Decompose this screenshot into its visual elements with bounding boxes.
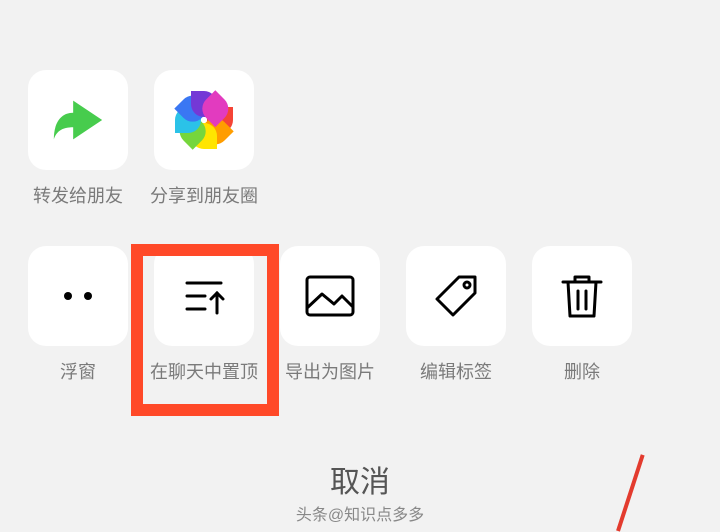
forward-icon xyxy=(49,91,107,149)
delete-tile xyxy=(532,246,632,346)
action-label: 浮窗 xyxy=(60,358,96,384)
float-window-tile xyxy=(28,246,128,346)
action-float-window[interactable]: 浮窗 xyxy=(28,246,128,384)
cancel-area: 取消 xyxy=(0,457,720,501)
share-row-1: 转发给朋友 分享到朋友圈 xyxy=(0,70,720,208)
forward-tile xyxy=(28,70,128,170)
attribution-text: 头条@知识点多多 xyxy=(296,501,424,525)
float-window-icon xyxy=(54,286,102,306)
action-sheet: 转发给朋友 分享到朋友圈 xyxy=(0,0,720,531)
action-forward-to-friend[interactable]: 转发给朋友 xyxy=(28,70,128,208)
action-label: 编辑标签 xyxy=(420,358,492,384)
trash-icon xyxy=(559,271,605,321)
export-image-tile xyxy=(280,246,380,346)
action-label: 导出为图片 xyxy=(285,358,375,384)
action-export-image[interactable]: 导出为图片 xyxy=(280,246,380,384)
pin-top-icon xyxy=(179,271,229,321)
export-image-icon xyxy=(304,274,356,318)
action-pin-top[interactable]: 在聊天中置顶 xyxy=(154,246,254,384)
cancel-button[interactable]: 取消 xyxy=(330,457,390,501)
pin-top-tile xyxy=(154,246,254,346)
moments-tile xyxy=(154,70,254,170)
edit-tag-tile xyxy=(406,246,506,346)
action-label: 分享到朋友圈 xyxy=(150,182,258,208)
action-delete[interactable]: 删除 xyxy=(532,246,632,384)
action-label: 删除 xyxy=(564,358,600,384)
action-share-moments[interactable]: 分享到朋友圈 xyxy=(154,70,254,208)
action-label: 转发给朋友 xyxy=(33,182,123,208)
moments-icon xyxy=(175,91,233,149)
share-row-2: 浮窗 在聊天中置顶 导出为图片 xyxy=(0,246,720,384)
edit-tag-icon xyxy=(431,271,481,321)
action-edit-tag[interactable]: 编辑标签 xyxy=(406,246,506,384)
action-label: 在聊天中置顶 xyxy=(150,358,258,384)
